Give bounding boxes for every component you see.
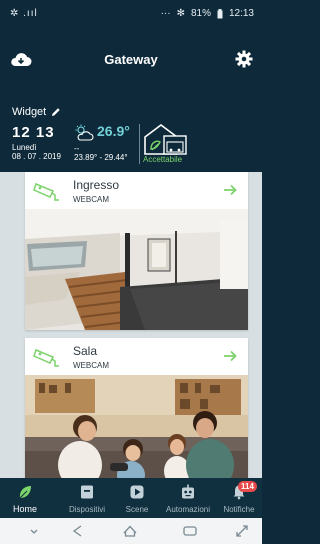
widget-day: Lunedì [12,143,37,152]
arrow-right-icon[interactable] [222,182,238,198]
status-bar: ✲ .ııl ··· ✻ 81% 12:13 [0,0,262,28]
camera-icon [33,349,59,367]
signal-icons: ✲ .ııl [10,8,38,19]
partly-cloudy-icon [75,124,94,141]
house-status-label: Accettabile [143,155,183,164]
recent-apps-icon[interactable] [182,523,198,539]
play-icon [130,485,144,499]
pencil-icon[interactable] [51,107,61,117]
divider [139,124,140,164]
system-navigation-bar [0,518,262,544]
device-icon [81,485,93,499]
status-dots: ··· [160,8,171,19]
back-icon[interactable] [70,523,86,539]
camera-icon [33,183,59,201]
robot-icon [182,484,194,499]
widget-date: 08 . 07 . 2019 [12,152,61,161]
bluetooth-icon: ✻ [176,8,185,19]
camera-snapshot-sala[interactable] [25,375,248,478]
camera-type: WEBCAM [73,361,109,370]
app-header: Gateway [0,28,262,92]
camera-card-header[interactable]: Sala WEBCAM [25,338,248,375]
camera-card-sala[interactable]: Sala WEBCAM [25,338,248,478]
nav-dispositivi[interactable]: Dispositivi [62,478,112,518]
chevron-down-icon[interactable] [26,523,42,539]
clock: 12:13 [228,8,254,19]
camera-feed-list: Ingresso WEBCAM Sala WEBCAM [0,172,262,478]
camera-snapshot-ingresso[interactable] [25,209,248,330]
page-title: Gateway [104,52,158,67]
leaf-icon [19,486,31,499]
camera-type: WEBCAM [73,195,109,204]
house-status-icon [144,124,187,155]
battery-percent: 81% [190,8,211,19]
notification-badge: 114 [238,481,257,492]
nav-home[interactable]: Home [6,478,44,518]
home-icon[interactable] [122,523,138,539]
widget-header: Widget [12,106,61,118]
nav-automazioni[interactable]: Automazioni [160,478,216,518]
camera-name: Ingresso [73,178,120,192]
status-right: ··· ✻ 81% 12:13 [161,8,254,19]
widget-label: Widget [12,106,47,118]
temperature-value: 26.9° [97,123,130,139]
nav-label: Notifiche [223,505,255,514]
temperature-range: 23.89° - 29.44° [74,153,128,162]
expand-icon[interactable] [234,523,250,539]
nav-notifiche[interactable]: 114 Notifiche [217,478,261,518]
camera-name: Sala [73,344,98,358]
weather-condition: -- [74,144,80,153]
widget-time: 12 13 [12,124,55,141]
widget-panel: Widget 12 13 Lunedì 08 . 07 . 2019 26.9°… [0,92,262,172]
nav-label: Dispositivi [68,505,105,514]
arrow-right-icon[interactable] [222,348,238,364]
nav-label: Home [12,504,37,514]
nav-scene[interactable]: Scene [119,478,155,518]
bottom-navigation: Home Dispositivi Scene Automazioni 114 N… [0,478,262,518]
camera-card-ingresso[interactable]: Ingresso WEBCAM [25,172,248,330]
nav-label: Automazioni [165,505,211,514]
battery-icon [217,8,223,18]
gear-icon[interactable] [235,50,253,68]
camera-card-header[interactable]: Ingresso WEBCAM [25,172,248,209]
nav-label: Scene [125,505,149,514]
